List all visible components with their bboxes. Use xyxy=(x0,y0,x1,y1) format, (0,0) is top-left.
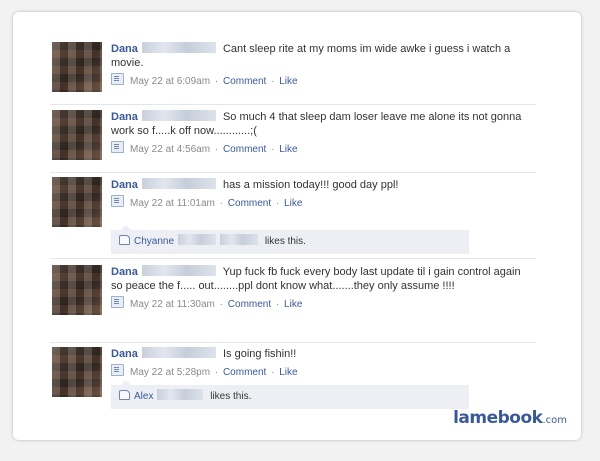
timestamp[interactable]: May 22 at 5:28pm xyxy=(130,367,210,378)
separator: · xyxy=(214,367,219,378)
redacted-surname xyxy=(141,42,216,53)
author-name[interactable]: Dana xyxy=(111,348,138,360)
like-link[interactable]: Like xyxy=(279,76,297,87)
likes-bar: Alex likes this. xyxy=(111,380,469,409)
avatar[interactable] xyxy=(52,347,102,397)
timestamp[interactable]: May 22 at 4:56am xyxy=(130,144,210,155)
like-link[interactable]: Like xyxy=(279,367,297,378)
separator: · xyxy=(214,76,219,87)
likes-suffix: likes this. xyxy=(264,236,306,247)
post-body: Dana Is going fishin!! May 22 at 5:28pm … xyxy=(111,347,529,379)
like-link[interactable]: Like xyxy=(279,144,297,155)
post-meta: May 22 at 11:01am · Comment · Like xyxy=(111,195,529,210)
liker-name[interactable]: Chyanne xyxy=(134,236,174,247)
redacted-surname xyxy=(220,234,259,245)
redacted-surname xyxy=(157,389,204,400)
comment-link[interactable]: Comment xyxy=(228,198,271,209)
separator: · xyxy=(219,198,223,209)
post-body: Dana Yup fuck fb fuck every body last up… xyxy=(111,265,529,311)
separator: · xyxy=(275,198,280,209)
timestamp[interactable]: May 22 at 6:09am xyxy=(130,76,210,87)
feed-card: Dana Cant sleep rite at my moms im wide … xyxy=(13,12,581,440)
redacted-surname xyxy=(141,347,216,358)
timestamp[interactable]: May 22 at 11:30am xyxy=(130,299,215,310)
redacted-surname xyxy=(141,265,216,276)
avatar[interactable] xyxy=(52,110,102,160)
comment-link[interactable]: Comment xyxy=(223,144,266,155)
separator: · xyxy=(219,299,223,310)
comment-link[interactable]: Comment xyxy=(228,299,271,310)
status-post: Dana has a mission today!!! good day ppl… xyxy=(50,172,536,257)
thumbs-up-icon xyxy=(119,390,130,400)
avatar[interactable] xyxy=(52,265,102,315)
separator: · xyxy=(271,76,275,87)
status-text: Is going fishin!! xyxy=(222,348,297,360)
status-post: Dana Yup fuck fb fuck every body last up… xyxy=(50,258,536,341)
thumbs-up-icon xyxy=(119,235,130,245)
post-meta: May 22 at 5:28pm · Comment · Like xyxy=(111,364,529,379)
status-quote-icon xyxy=(111,364,124,376)
redacted-surname xyxy=(141,110,216,121)
status-quote-icon xyxy=(111,73,124,85)
status-text: has a mission today!!! good day ppl! xyxy=(222,179,399,191)
avatar[interactable] xyxy=(52,42,102,92)
post-body: Dana has a mission today!!! good day ppl… xyxy=(111,178,529,210)
separator: · xyxy=(271,144,275,155)
author-name[interactable]: Dana xyxy=(111,179,138,191)
status-quote-icon xyxy=(111,195,124,207)
lamebook-logo: lamebook.com xyxy=(453,408,567,428)
author-name[interactable]: Dana xyxy=(111,111,138,123)
status-quote-icon xyxy=(111,296,124,308)
post-meta: May 22 at 6:09am · Comment · Like xyxy=(111,73,529,88)
status-post: Dana Cant sleep rite at my moms im wide … xyxy=(50,38,536,102)
redacted-surname xyxy=(178,234,217,245)
avatar[interactable] xyxy=(52,177,102,227)
liker-name[interactable]: Alex xyxy=(134,391,153,402)
separator: · xyxy=(271,367,275,378)
post-meta: May 22 at 4:56am · Comment · Like xyxy=(111,141,529,156)
redacted-surname xyxy=(141,178,216,189)
separator: · xyxy=(275,299,280,310)
comment-link[interactable]: Comment xyxy=(223,76,266,87)
timestamp[interactable]: May 22 at 11:01am xyxy=(130,198,215,209)
brand-tld: .com xyxy=(542,415,567,426)
post-body: Dana Cant sleep rite at my moms im wide … xyxy=(111,42,529,88)
like-link[interactable]: Like xyxy=(284,299,302,310)
comment-link[interactable]: Comment xyxy=(223,367,266,378)
likes-suffix: likes this. xyxy=(210,391,252,402)
brand-name: lamebook xyxy=(453,408,543,428)
separator: · xyxy=(214,144,219,155)
post-meta: May 22 at 11:30am · Comment · Like xyxy=(111,296,529,311)
status-quote-icon xyxy=(111,141,124,153)
author-name[interactable]: Dana xyxy=(111,266,138,278)
like-link[interactable]: Like xyxy=(284,198,302,209)
status-post: Dana So much 4 that sleep dam loser leav… xyxy=(50,104,536,171)
post-body: Dana So much 4 that sleep dam loser leav… xyxy=(111,110,529,156)
likes-bar: Chyanne likes this. xyxy=(111,225,469,254)
author-name[interactable]: Dana xyxy=(111,43,138,55)
